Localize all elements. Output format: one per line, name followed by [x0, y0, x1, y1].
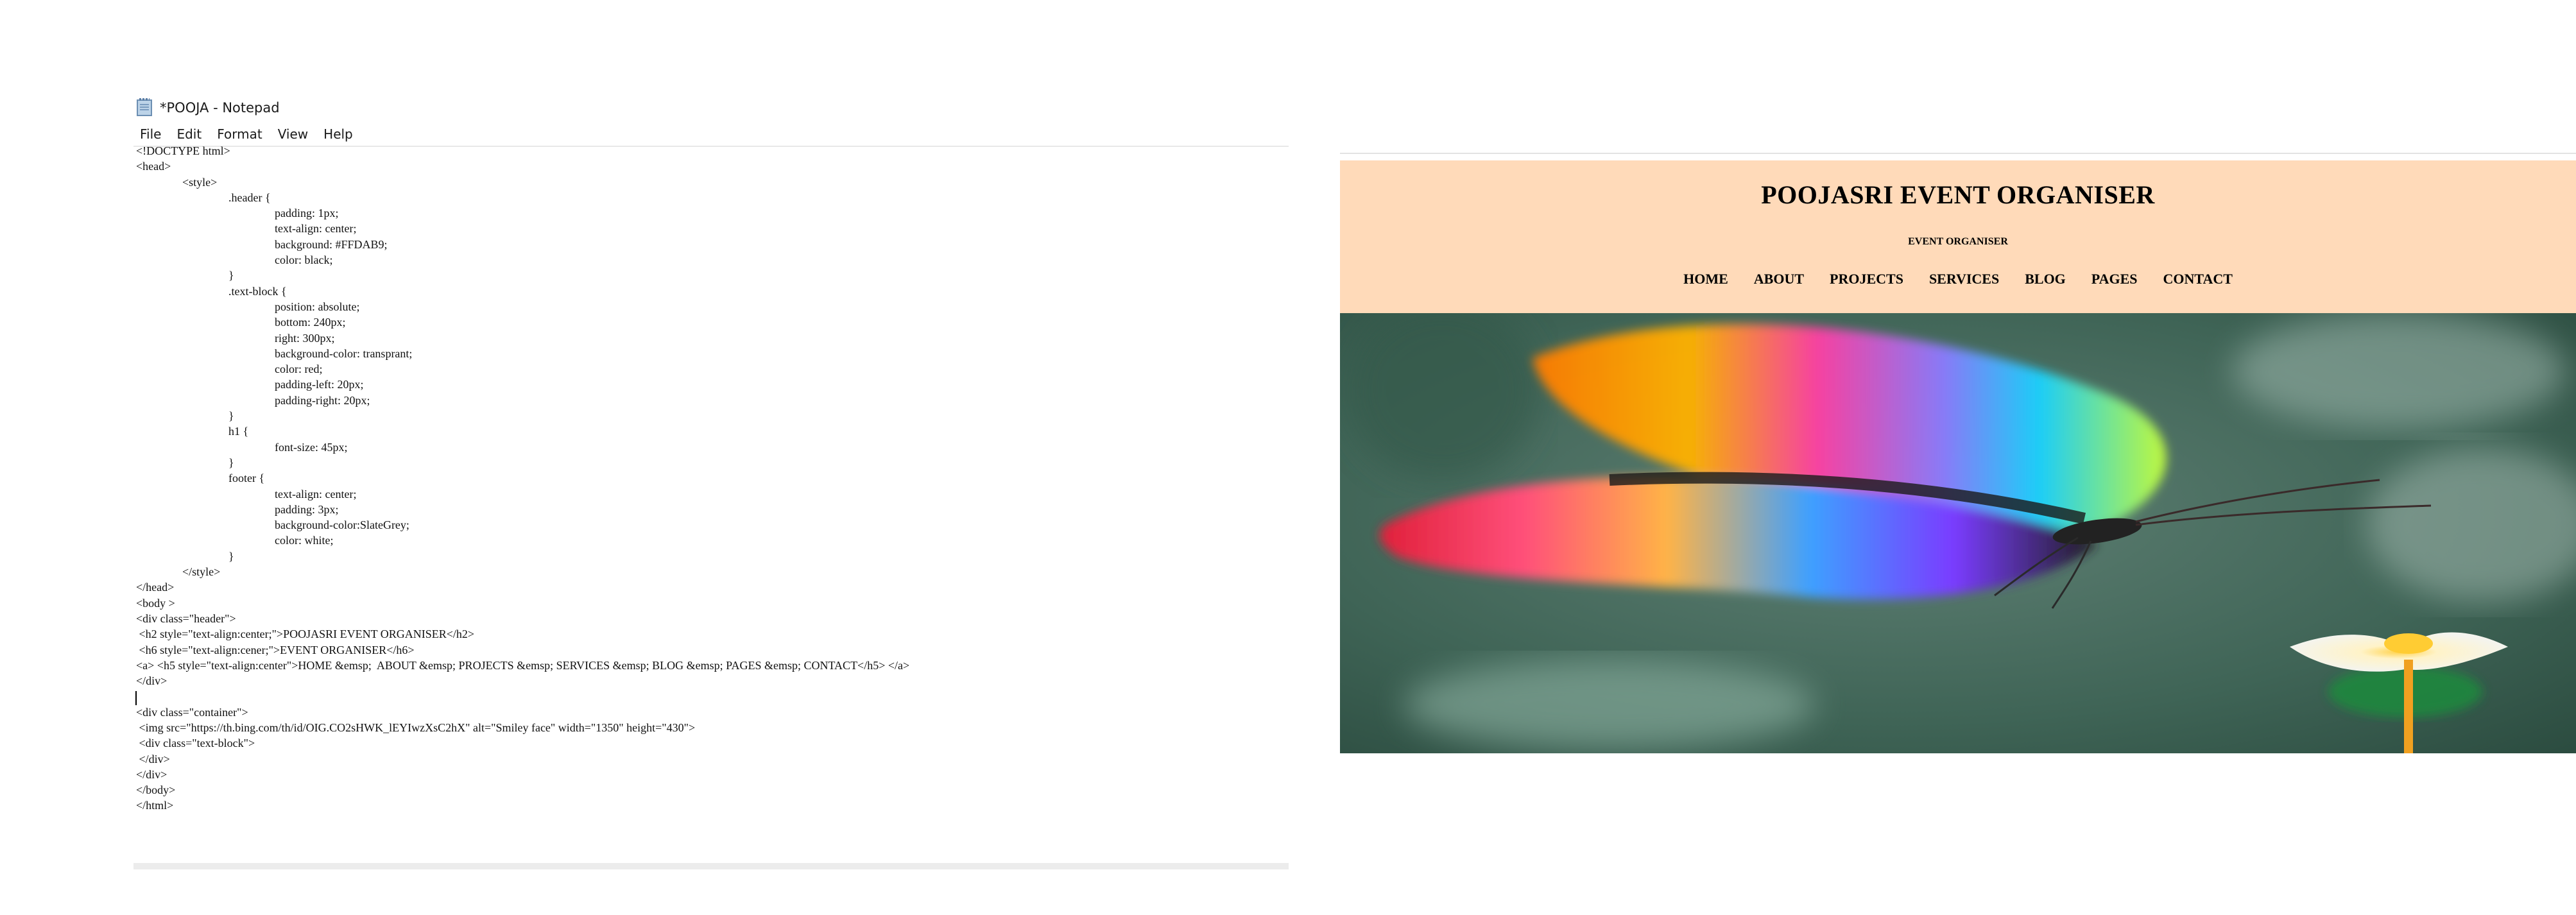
notepad-window: *POOJA - Notepad File Edit Format View H… [133, 93, 1289, 869]
nav-pages[interactable]: PAGES [2091, 271, 2138, 287]
menu-help[interactable]: Help [316, 125, 361, 143]
preview-top-border [1340, 153, 2576, 154]
menu-file[interactable]: File [133, 125, 169, 143]
nav-services[interactable]: SERVICES [1929, 271, 1999, 287]
nav-home[interactable]: HOME [1683, 271, 1728, 287]
notepad-icon [137, 98, 152, 116]
site-nav: HOME ABOUT PROJECTS SERVICES BLOG PAGES … [1340, 271, 2576, 287]
notepad-content: <!DOCTYPE html> <head> <style> .header {… [136, 144, 910, 812]
menu-view[interactable]: View [270, 125, 316, 143]
horizontal-scrollbar[interactable] [133, 863, 1289, 869]
notepad-text-area[interactable]: <!DOCTYPE html> <head> <style> .header {… [133, 143, 1289, 865]
preview-header: POOJASRI EVENT ORGANISER EVENT ORGANISER… [1340, 160, 2576, 313]
notepad-titlebar[interactable]: *POOJA - Notepad [133, 93, 1289, 122]
menu-edit[interactable]: Edit [169, 125, 209, 143]
text-caret [135, 691, 137, 705]
nav-about[interactable]: ABOUT [1754, 271, 1804, 287]
nav-contact[interactable]: CONTACT [2163, 271, 2233, 287]
site-title: POOJASRI EVENT ORGANISER [1761, 180, 2155, 209]
nav-projects[interactable]: PROJECTS [1830, 271, 1903, 287]
butterfly-image [1340, 313, 2576, 753]
menu-format[interactable]: Format [209, 125, 270, 143]
notepad-title: *POOJA - Notepad [160, 99, 280, 115]
nav-blog[interactable]: BLOG [2025, 271, 2066, 287]
site-subtitle: EVENT ORGANISER [1908, 236, 2008, 247]
